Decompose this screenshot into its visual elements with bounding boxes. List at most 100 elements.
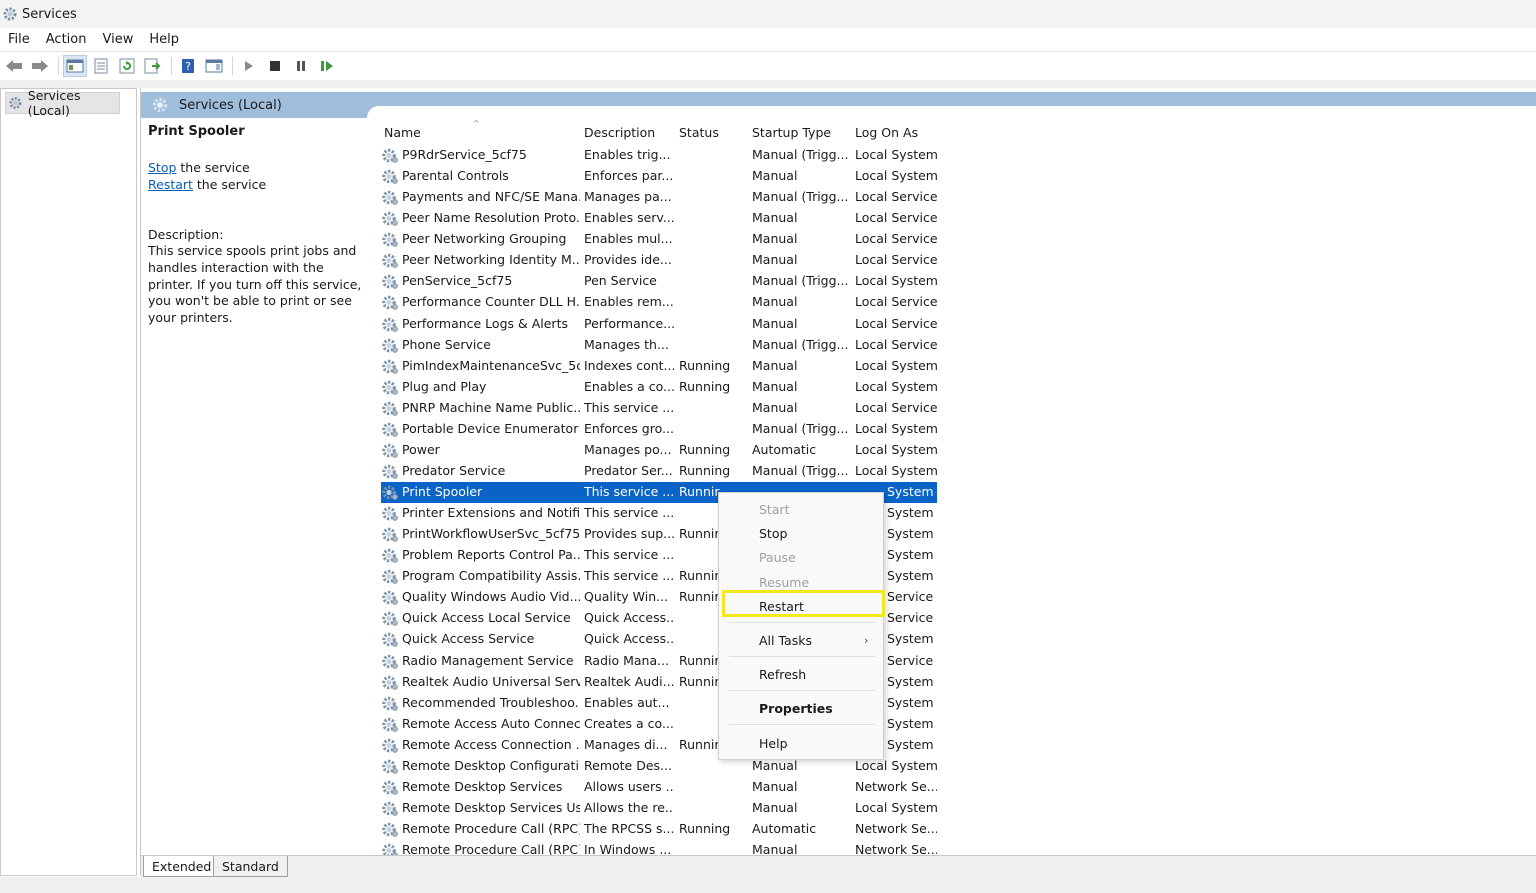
pause-icon xyxy=(297,61,305,71)
restart-service-button[interactable] xyxy=(315,55,339,77)
service-gear-icon xyxy=(382,717,398,732)
cell-name: Quality Windows Audio Vid... xyxy=(402,589,580,605)
refresh-toolbar-button[interactable] xyxy=(115,55,139,77)
context-menu-start[interactable]: Start xyxy=(759,502,790,517)
table-row[interactable]: Plug and Play Enables a co... Running Manua… xyxy=(381,377,937,398)
table-row[interactable]: PimIndexMaintenanceSvc_5c... Indexes cont… xyxy=(381,356,937,377)
menu-separator xyxy=(729,690,875,691)
cell-name: Problem Reports Control Pa... xyxy=(402,547,580,563)
show-action-pane-button[interactable] xyxy=(202,55,226,77)
column-header-name[interactable]: Name xyxy=(384,125,421,140)
service-gear-icon xyxy=(382,338,398,353)
table-row[interactable]: Power Manages po... Running Automatic Local … xyxy=(381,440,937,461)
cell-log-on-as: Local Service xyxy=(855,399,937,415)
table-row[interactable]: Payments and NFC/SE Mana... Manages pa...… xyxy=(381,187,937,208)
cell-startup-type: Manual xyxy=(752,778,798,794)
menu-view[interactable]: View xyxy=(94,32,141,47)
cell-description: Enforces par... xyxy=(584,168,674,184)
service-gear-icon xyxy=(382,296,398,311)
cell-name: Print Spooler xyxy=(402,484,483,499)
service-gear-icon xyxy=(382,759,398,774)
service-gear-icon xyxy=(382,801,398,816)
table-row[interactable]: Peer Networking Identity M... Provides id… xyxy=(381,250,937,271)
back-button[interactable] xyxy=(2,55,26,77)
menu-file[interactable]: File xyxy=(0,32,38,47)
service-gear-icon xyxy=(382,654,398,669)
context-menu-refresh[interactable]: Refresh xyxy=(759,667,806,682)
context-menu-properties[interactable]: Properties xyxy=(759,701,833,716)
tab-extended[interactable]: Extended xyxy=(143,856,221,877)
context-menu-resume[interactable]: Resume xyxy=(759,575,809,590)
cell-startup-type: Manual xyxy=(752,210,798,226)
cell-description: Performance... xyxy=(584,315,674,331)
table-row[interactable]: Remote Desktop Services Allows users ... M… xyxy=(381,777,937,798)
cell-log-on-as: Local System xyxy=(855,799,937,815)
cell-log-on-as: Service xyxy=(887,610,934,626)
cell-description: Manages pa... xyxy=(584,189,672,205)
restart-service-link[interactable]: Restart xyxy=(148,177,193,192)
service-gear-icon xyxy=(382,485,398,500)
cell-startup-type: Manual xyxy=(752,357,798,373)
cell-description: Pen Service xyxy=(584,273,657,289)
table-row[interactable]: Remote Desktop Services Us... Allows the … xyxy=(381,798,937,819)
table-row[interactable]: Parental Controls Enforces par... Manual Lo… xyxy=(381,166,937,187)
tab-standard[interactable]: Standard xyxy=(213,856,288,877)
context-menu-all-tasks[interactable]: All Tasks xyxy=(759,633,812,648)
cell-description: Indexes cont... xyxy=(584,357,674,373)
cell-description: This service ... xyxy=(584,399,674,415)
service-gear-icon xyxy=(382,780,398,795)
cell-name: Predator Service xyxy=(402,462,506,478)
context-menu-help[interactable]: Help xyxy=(759,736,788,751)
context-menu-pause[interactable]: Pause xyxy=(759,550,796,565)
table-row[interactable]: Portable Device Enumerator ... Enforces g… xyxy=(381,419,937,440)
cell-name: P9RdrService_5cf75 xyxy=(402,147,527,162)
table-row[interactable]: Performance Logs & Alerts Performance... M… xyxy=(381,314,937,335)
menu-help[interactable]: Help xyxy=(141,32,187,47)
cell-log-on-as: System xyxy=(887,505,934,521)
start-service-button[interactable] xyxy=(237,55,261,77)
cell-name: Portable Device Enumerator ... xyxy=(402,420,580,436)
cell-log-on-as: System xyxy=(887,631,934,647)
table-row[interactable]: Peer Name Resolution Proto... Enables ser… xyxy=(381,208,937,229)
toolbar-separator xyxy=(58,57,59,75)
table-row[interactable]: PNRP Machine Name Public... This service … xyxy=(381,398,937,419)
column-header-log-on-as[interactable]: Log On As xyxy=(855,125,918,140)
cell-log-on-as: Local Service xyxy=(855,252,937,268)
stop-service-button[interactable] xyxy=(263,55,287,77)
tree-item-services-local[interactable]: Services (Local) xyxy=(5,88,120,118)
pause-service-button[interactable] xyxy=(289,55,313,77)
cell-name: Power xyxy=(402,441,440,457)
properties-toolbar-button[interactable] xyxy=(89,55,113,77)
table-row[interactable]: PenService_5cf75 Pen Service Manual (Trigg… xyxy=(381,271,937,292)
cell-startup-type: Manual xyxy=(752,168,798,184)
table-row[interactable]: Predator Service Predator Ser... Running Ma… xyxy=(381,461,937,482)
show-hide-console-tree-button[interactable] xyxy=(63,55,87,77)
cell-description: This service ... xyxy=(584,547,674,563)
context-menu-stop[interactable]: Stop xyxy=(759,526,787,541)
cell-log-on-as: Local Service xyxy=(855,189,937,205)
cell-description: Creates a co... xyxy=(584,715,674,731)
menu-action[interactable]: Action xyxy=(38,32,95,47)
cell-log-on-as: Local System xyxy=(855,168,937,184)
services-gear-icon xyxy=(152,97,168,113)
column-header-status[interactable]: Status xyxy=(679,125,719,140)
export-list-button[interactable] xyxy=(141,55,165,77)
cell-log-on-as: Local Service xyxy=(855,315,937,331)
table-row[interactable]: Remote Procedure Call (RPC) The RPCSS s..… xyxy=(381,819,937,840)
table-row[interactable]: Phone Service Manages th... Manual (Trigg.… xyxy=(381,335,937,356)
cell-description: Provides ide... xyxy=(584,252,672,268)
console-tree: Services (Local) xyxy=(0,88,137,876)
forward-button[interactable] xyxy=(28,55,52,77)
help-toolbar-button[interactable]: ? xyxy=(176,55,200,77)
table-row[interactable]: Peer Networking Grouping Enables mul... Ma… xyxy=(381,229,937,250)
table-row[interactable]: P9RdrService_5cf75 Enables trig... Manual … xyxy=(381,145,937,166)
restart-highlight-box xyxy=(722,590,885,617)
table-row[interactable]: Performance Counter DLL H... Enables rem.… xyxy=(381,292,937,313)
cell-name: Radio Management Service xyxy=(402,652,574,668)
column-header-startup-type[interactable]: Startup Type xyxy=(752,125,831,140)
cell-name: Quick Access Local Service xyxy=(402,610,571,626)
cell-name: Performance Counter DLL H... xyxy=(402,294,580,310)
cell-log-on-as: System xyxy=(887,736,934,752)
column-header-description[interactable]: Description xyxy=(584,125,655,140)
stop-service-link[interactable]: Stop xyxy=(148,160,176,175)
